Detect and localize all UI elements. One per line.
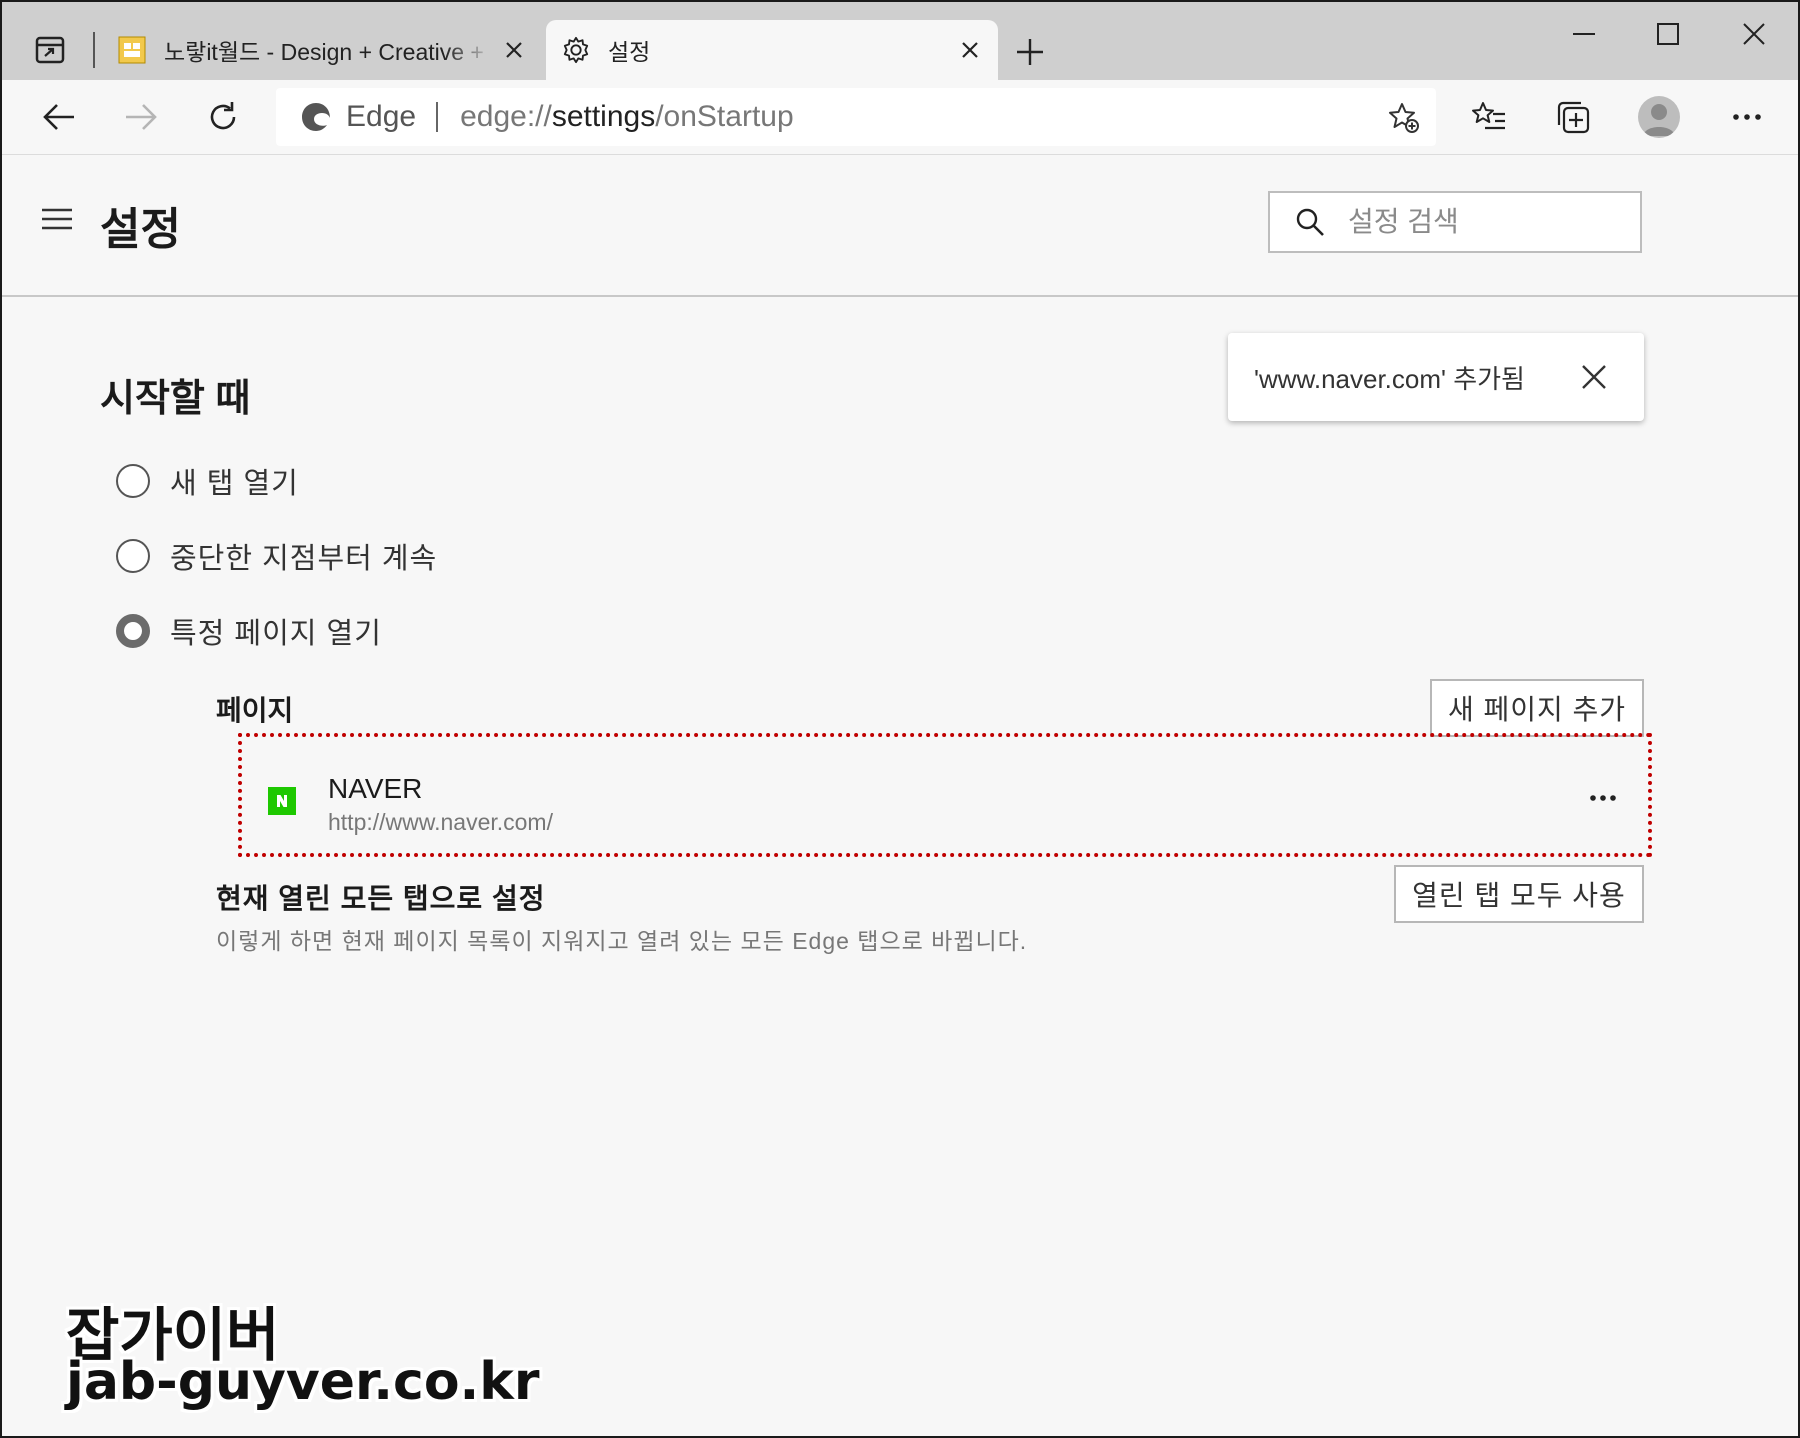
added-notification-toast: 'www.naver.com' 추가됨 — [1228, 333, 1644, 421]
collections-icon[interactable] — [1550, 94, 1596, 140]
navigation-toolbar: Edge edge://settings/onStartup — [2, 80, 1798, 155]
tab-separator — [93, 32, 95, 68]
tab-active[interactable]: 설정 — [546, 20, 998, 80]
pages-label: 페이지 — [216, 695, 294, 726]
browser-window: 노랗it월드 - Design + Creative + 설정 Edge edg… — [0, 0, 1800, 1438]
page-name: NAVER — [328, 773, 423, 804]
edge-logo-icon — [302, 103, 330, 131]
back-arrow-icon[interactable] — [36, 94, 82, 140]
startup-option-new-tab[interactable]: 새 탭 열기 — [116, 459, 299, 503]
page-more-actions-icon[interactable] — [1580, 775, 1626, 821]
favorites-icon[interactable] — [1466, 94, 1512, 140]
minimize-icon[interactable] — [1554, 12, 1614, 56]
option-label: 중단한 지점부터 계속 — [170, 543, 438, 575]
url-text[interactable]: edge://settings/onStartup — [460, 100, 794, 134]
url-host: settings — [551, 100, 656, 133]
page-title: 설정 — [100, 205, 181, 254]
url-path: /onStartup — [655, 100, 794, 133]
add-new-page-button[interactable]: 새 페이지 추가 — [1430, 679, 1644, 737]
tab-title: 설정 — [608, 39, 651, 65]
close-tab-icon[interactable] — [950, 30, 990, 70]
url-scheme: edge:// — [460, 100, 552, 133]
tab-strip: 노랗it월드 - Design + Creative + 설정 — [2, 2, 1798, 80]
use-all-open-tabs-button[interactable]: 열린 탭 모두 사용 — [1394, 865, 1644, 923]
tab-actions-icon[interactable] — [30, 32, 70, 68]
address-divider — [436, 102, 439, 132]
refresh-icon[interactable] — [200, 94, 246, 140]
radio-button[interactable] — [116, 464, 150, 498]
hamburger-menu-icon[interactable] — [40, 207, 74, 235]
site-identity-label: Edge — [346, 100, 417, 133]
use-open-tabs-title: 현재 열린 모든 탭으로 설정 — [216, 883, 546, 914]
maximize-icon[interactable] — [1638, 12, 1698, 56]
settings-search[interactable] — [1268, 191, 1642, 253]
gear-icon — [562, 36, 590, 64]
naver-favicon-icon — [268, 787, 296, 815]
startup-settings-panel: 시작할 때 'www.naver.com' 추가됨 새 탭 열기 중단한 지점부… — [2, 297, 1798, 1436]
site-favicon-icon — [118, 36, 146, 64]
address-bar[interactable]: Edge edge://settings/onStartup — [276, 88, 1436, 146]
watermark-url: jab-guyver.co.kr — [66, 1352, 540, 1412]
radio-button[interactable] — [116, 539, 150, 573]
profile-avatar[interactable] — [1638, 96, 1680, 138]
new-tab-plus-icon[interactable] — [1008, 30, 1052, 74]
search-icon — [1296, 208, 1324, 236]
search-input[interactable] — [1346, 205, 1610, 239]
more-options-icon[interactable] — [1724, 94, 1770, 140]
tab-title: 노랗it월드 - Design + Creative + — [164, 39, 484, 65]
startup-option-continue[interactable]: 중단한 지점부터 계속 — [116, 534, 437, 578]
forward-arrow-icon[interactable] — [118, 94, 164, 140]
close-toast-icon[interactable] — [1574, 357, 1614, 397]
section-title: 시작할 때 — [100, 378, 251, 420]
tab-inactive[interactable]: 노랗it월드 - Design + Creative + — [102, 20, 542, 80]
option-label: 특정 페이지 열기 — [170, 618, 382, 650]
toast-message: 'www.naver.com' 추가됨 — [1254, 363, 1525, 394]
use-open-tabs-description: 이렇게 하면 현재 페이지 목록이 지워지고 열려 있는 모든 Edge 탭으로… — [216, 928, 1028, 954]
add-favorite-star-icon[interactable] — [1384, 98, 1424, 138]
startup-option-specific-pages[interactable]: 특정 페이지 열기 — [116, 609, 382, 653]
window-close-icon[interactable] — [1724, 12, 1784, 56]
close-tab-icon[interactable] — [494, 30, 534, 70]
radio-button-selected[interactable] — [116, 614, 150, 648]
startup-page-row: NAVER http://www.naver.com/ — [238, 733, 1652, 857]
settings-header: 설정 — [2, 155, 1798, 297]
page-url: http://www.naver.com/ — [328, 809, 553, 835]
option-label: 새 탭 열기 — [170, 468, 299, 500]
